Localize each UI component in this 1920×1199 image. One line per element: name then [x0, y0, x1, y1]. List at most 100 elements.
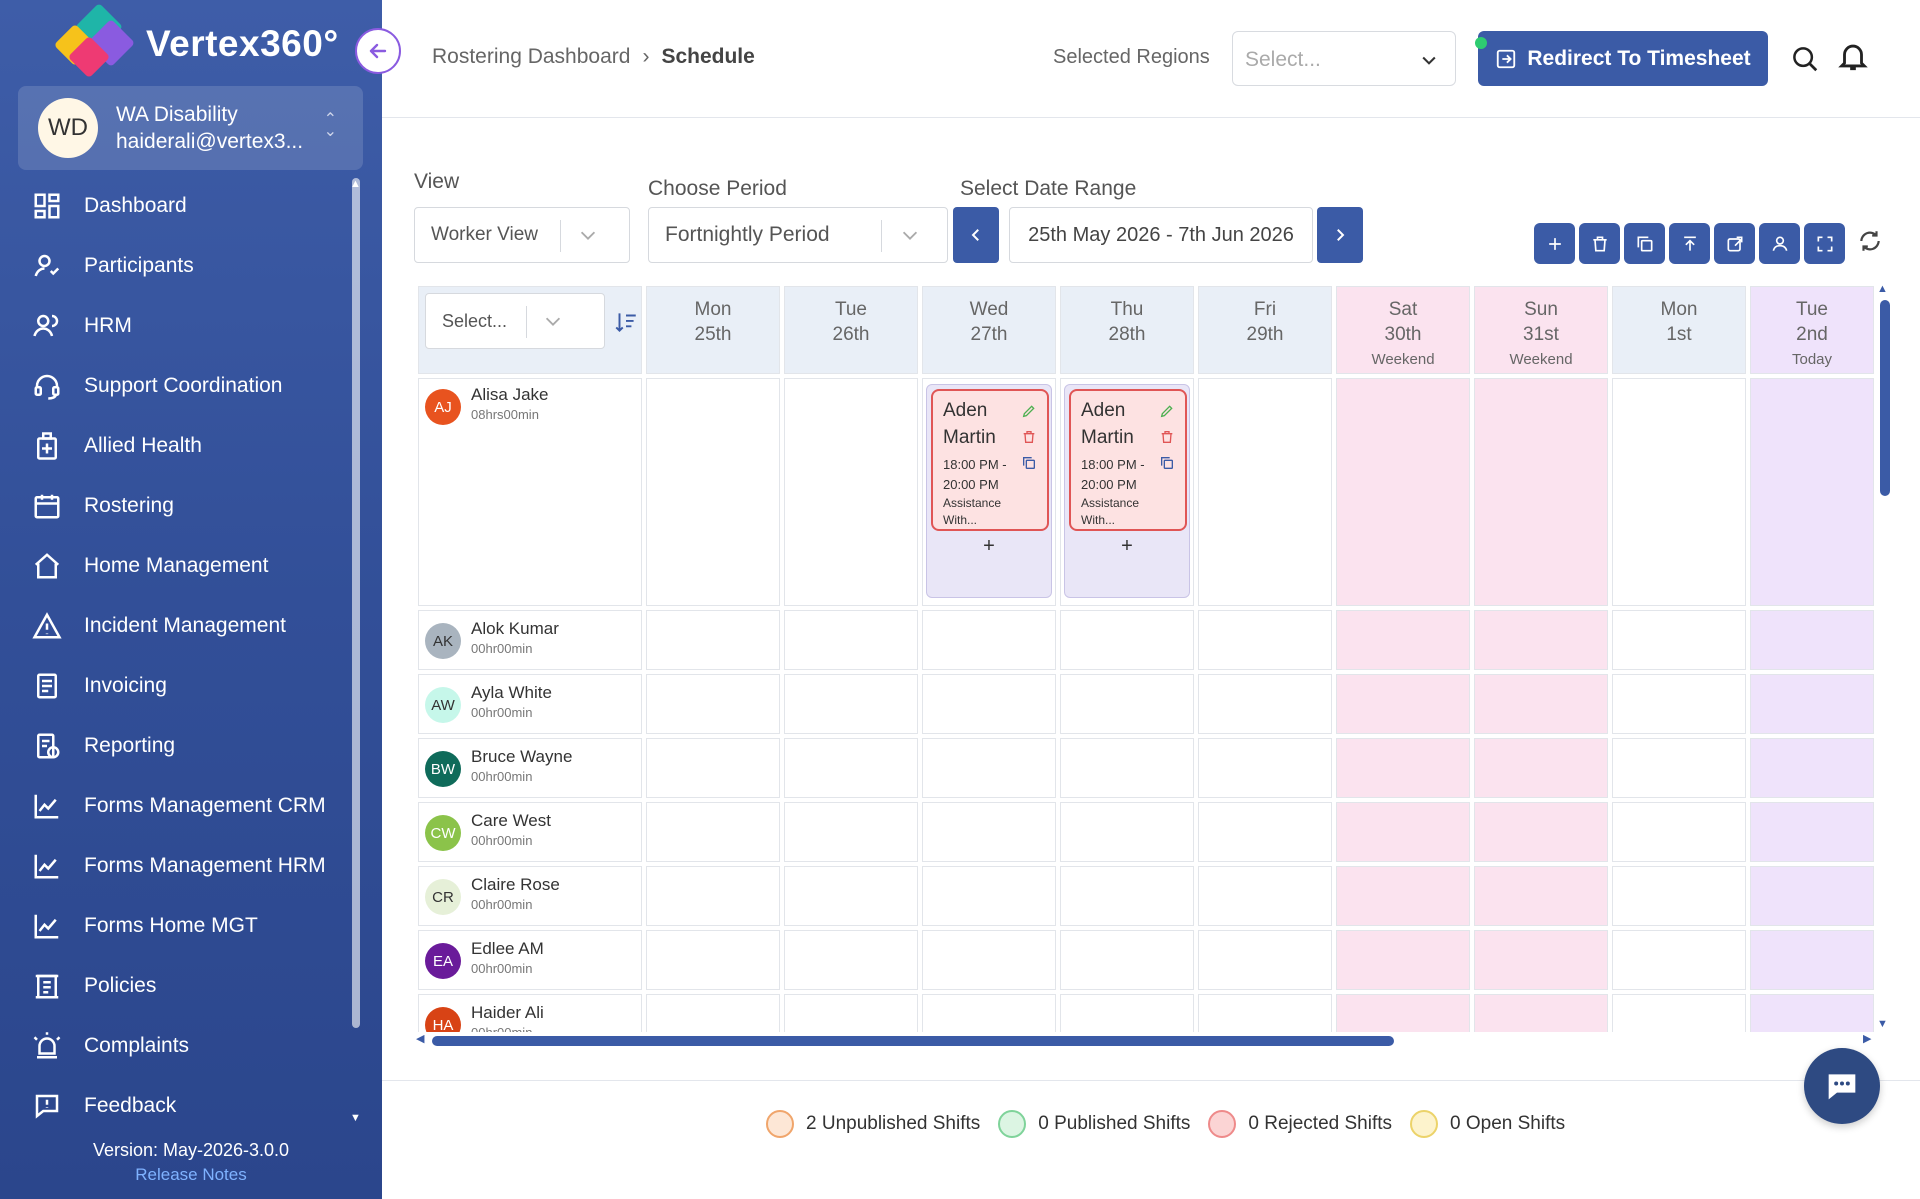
schedule-cell[interactable]: [1474, 866, 1608, 926]
schedule-cell[interactable]: [922, 802, 1056, 862]
vertical-scrollbar[interactable]: [1880, 300, 1890, 496]
fullscreen-button[interactable]: [1804, 223, 1845, 264]
sidebar-item-forms-home-mgt[interactable]: Forms Home MGT: [0, 896, 360, 956]
schedule-cell[interactable]: [784, 930, 918, 990]
schedule-cell[interactable]: [922, 866, 1056, 926]
sidebar-item-forms-management-hrm[interactable]: Forms Management HRM: [0, 836, 360, 896]
schedule-cell[interactable]: [1336, 738, 1470, 798]
shift-card[interactable]: Aden Martin 18:00 PM - 20:00 PM Assistance Wi…: [931, 389, 1049, 531]
account-switcher[interactable]: WD WA Disability haiderali@vertex3... ⌃ ⌄: [18, 86, 363, 170]
schedule-cell[interactable]: [1060, 674, 1194, 734]
schedule-cell[interactable]: [1750, 378, 1874, 606]
worker-row-header[interactable]: AK Alok Kumar 00hr00min: [418, 610, 642, 670]
schedule-cell[interactable]: [922, 930, 1056, 990]
schedule-cell[interactable]: [1336, 378, 1470, 606]
schedule-cell[interactable]: [1060, 610, 1194, 670]
worker-row-header[interactable]: CR Claire Rose 00hr00min: [418, 866, 642, 926]
schedule-cell[interactable]: [784, 994, 918, 1032]
schedule-cell[interactable]: [1060, 994, 1194, 1032]
sidebar-item-home-management[interactable]: Home Management: [0, 536, 360, 596]
schedule-cell[interactable]: [1612, 866, 1746, 926]
schedule-cell[interactable]: [1750, 866, 1874, 926]
worker-row-header[interactable]: CW Care West 00hr00min: [418, 802, 642, 862]
edit-icon[interactable]: [1021, 403, 1039, 421]
schedule-cell[interactable]: [1198, 866, 1332, 926]
schedule-cell[interactable]: [1612, 378, 1746, 606]
worker-row-header[interactable]: AW Ayla White 00hr00min: [418, 674, 642, 734]
schedule-cell[interactable]: [1612, 930, 1746, 990]
publish-button[interactable]: [1669, 223, 1710, 264]
schedule-cell[interactable]: [646, 610, 780, 670]
schedule-cell[interactable]: [922, 674, 1056, 734]
sidebar-item-rostering[interactable]: Rostering: [0, 476, 360, 536]
schedule-cell[interactable]: [784, 610, 918, 670]
period-select[interactable]: Fortnightly Period: [648, 207, 948, 263]
schedule-cell[interactable]: [922, 994, 1056, 1032]
sidebar-item-hrm[interactable]: HRM: [0, 296, 360, 356]
horizontal-scrollbar[interactable]: [432, 1036, 1394, 1046]
schedule-cell[interactable]: [1336, 802, 1470, 862]
schedule-cell[interactable]: [1198, 802, 1332, 862]
sidebar-scrollbar[interactable]: [352, 178, 360, 1028]
sidebar-item-forms-management-crm[interactable]: Forms Management CRM: [0, 776, 360, 836]
sidebar-item-policies[interactable]: Policies: [0, 956, 360, 1016]
search-icon[interactable]: [1790, 44, 1820, 74]
scroll-up-arrow-icon[interactable]: ▲: [1877, 283, 1888, 295]
schedule-cell[interactable]: [1612, 802, 1746, 862]
sort-icon[interactable]: [613, 309, 639, 335]
scroll-left-arrow-icon[interactable]: ◀: [416, 1032, 424, 1045]
worker-row-header[interactable]: BW Bruce Wayne 00hr00min: [418, 738, 642, 798]
sidebar-item-participants[interactable]: Participants: [0, 236, 360, 296]
schedule-cell[interactable]: [1060, 802, 1194, 862]
schedule-cell[interactable]: [1336, 610, 1470, 670]
sidebar-item-dashboard[interactable]: Dashboard: [0, 176, 360, 236]
add-shift-button[interactable]: [1534, 223, 1575, 264]
refresh-icon[interactable]: [1857, 228, 1883, 254]
schedule-cell[interactable]: [1750, 738, 1874, 798]
export-button[interactable]: [1714, 223, 1755, 264]
sidebar-item-support-coordination[interactable]: Support Coordination: [0, 356, 360, 416]
assign-workers-button[interactable]: [1759, 223, 1800, 264]
trash-icon[interactable]: [1021, 429, 1039, 447]
schedule-cell[interactable]: [784, 866, 918, 926]
schedule-cell[interactable]: [784, 802, 918, 862]
schedule-cell[interactable]: [646, 378, 780, 606]
prev-period-button[interactable]: [953, 207, 999, 263]
add-shift-plus[interactable]: +: [927, 535, 1051, 558]
copy-button[interactable]: [1624, 223, 1665, 264]
scroll-down-arrow-icon[interactable]: ▼: [350, 1112, 361, 1124]
sidebar-item-incident-management[interactable]: Incident Management: [0, 596, 360, 656]
schedule-cell[interactable]: [1198, 930, 1332, 990]
schedule-cell[interactable]: [1474, 930, 1608, 990]
sidebar-item-feedback[interactable]: Feedback: [0, 1076, 360, 1136]
schedule-cell[interactable]: [646, 866, 780, 926]
schedule-cell[interactable]: [1750, 802, 1874, 862]
schedule-cell[interactable]: [1336, 866, 1470, 926]
sidebar-item-reporting[interactable]: Reporting: [0, 716, 360, 776]
schedule-cell[interactable]: [922, 610, 1056, 670]
schedule-cell[interactable]: [646, 674, 780, 734]
scroll-right-arrow-icon[interactable]: ▶: [1863, 1032, 1871, 1045]
schedule-cell[interactable]: [1198, 994, 1332, 1032]
schedule-cell[interactable]: [1612, 994, 1746, 1032]
worker-row-header[interactable]: EA Edlee AM 00hr00min: [418, 930, 642, 990]
schedule-cell[interactable]: [784, 674, 918, 734]
view-select[interactable]: Worker View: [414, 207, 630, 263]
schedule-cell[interactable]: [646, 930, 780, 990]
trash-icon[interactable]: [1159, 429, 1177, 447]
schedule-cell[interactable]: [1198, 674, 1332, 734]
scroll-up-arrow-icon[interactable]: ▲: [350, 178, 361, 190]
scroll-down-arrow-icon[interactable]: ▼: [1877, 1018, 1888, 1030]
schedule-cell[interactable]: [1474, 610, 1608, 670]
sidebar-item-invoicing[interactable]: Invoicing: [0, 656, 360, 716]
collapse-sidebar-button[interactable]: [355, 28, 401, 74]
schedule-cell[interactable]: [784, 378, 918, 606]
sidebar-item-complaints[interactable]: Complaints: [0, 1016, 360, 1076]
schedule-cell[interactable]: [1750, 610, 1874, 670]
schedule-cell[interactable]: [1198, 610, 1332, 670]
schedule-cell[interactable]: [1474, 674, 1608, 734]
schedule-cell[interactable]: [646, 738, 780, 798]
schedule-cell[interactable]: [646, 802, 780, 862]
schedule-cell[interactable]: [1198, 738, 1332, 798]
schedule-cell[interactable]: [1474, 738, 1608, 798]
